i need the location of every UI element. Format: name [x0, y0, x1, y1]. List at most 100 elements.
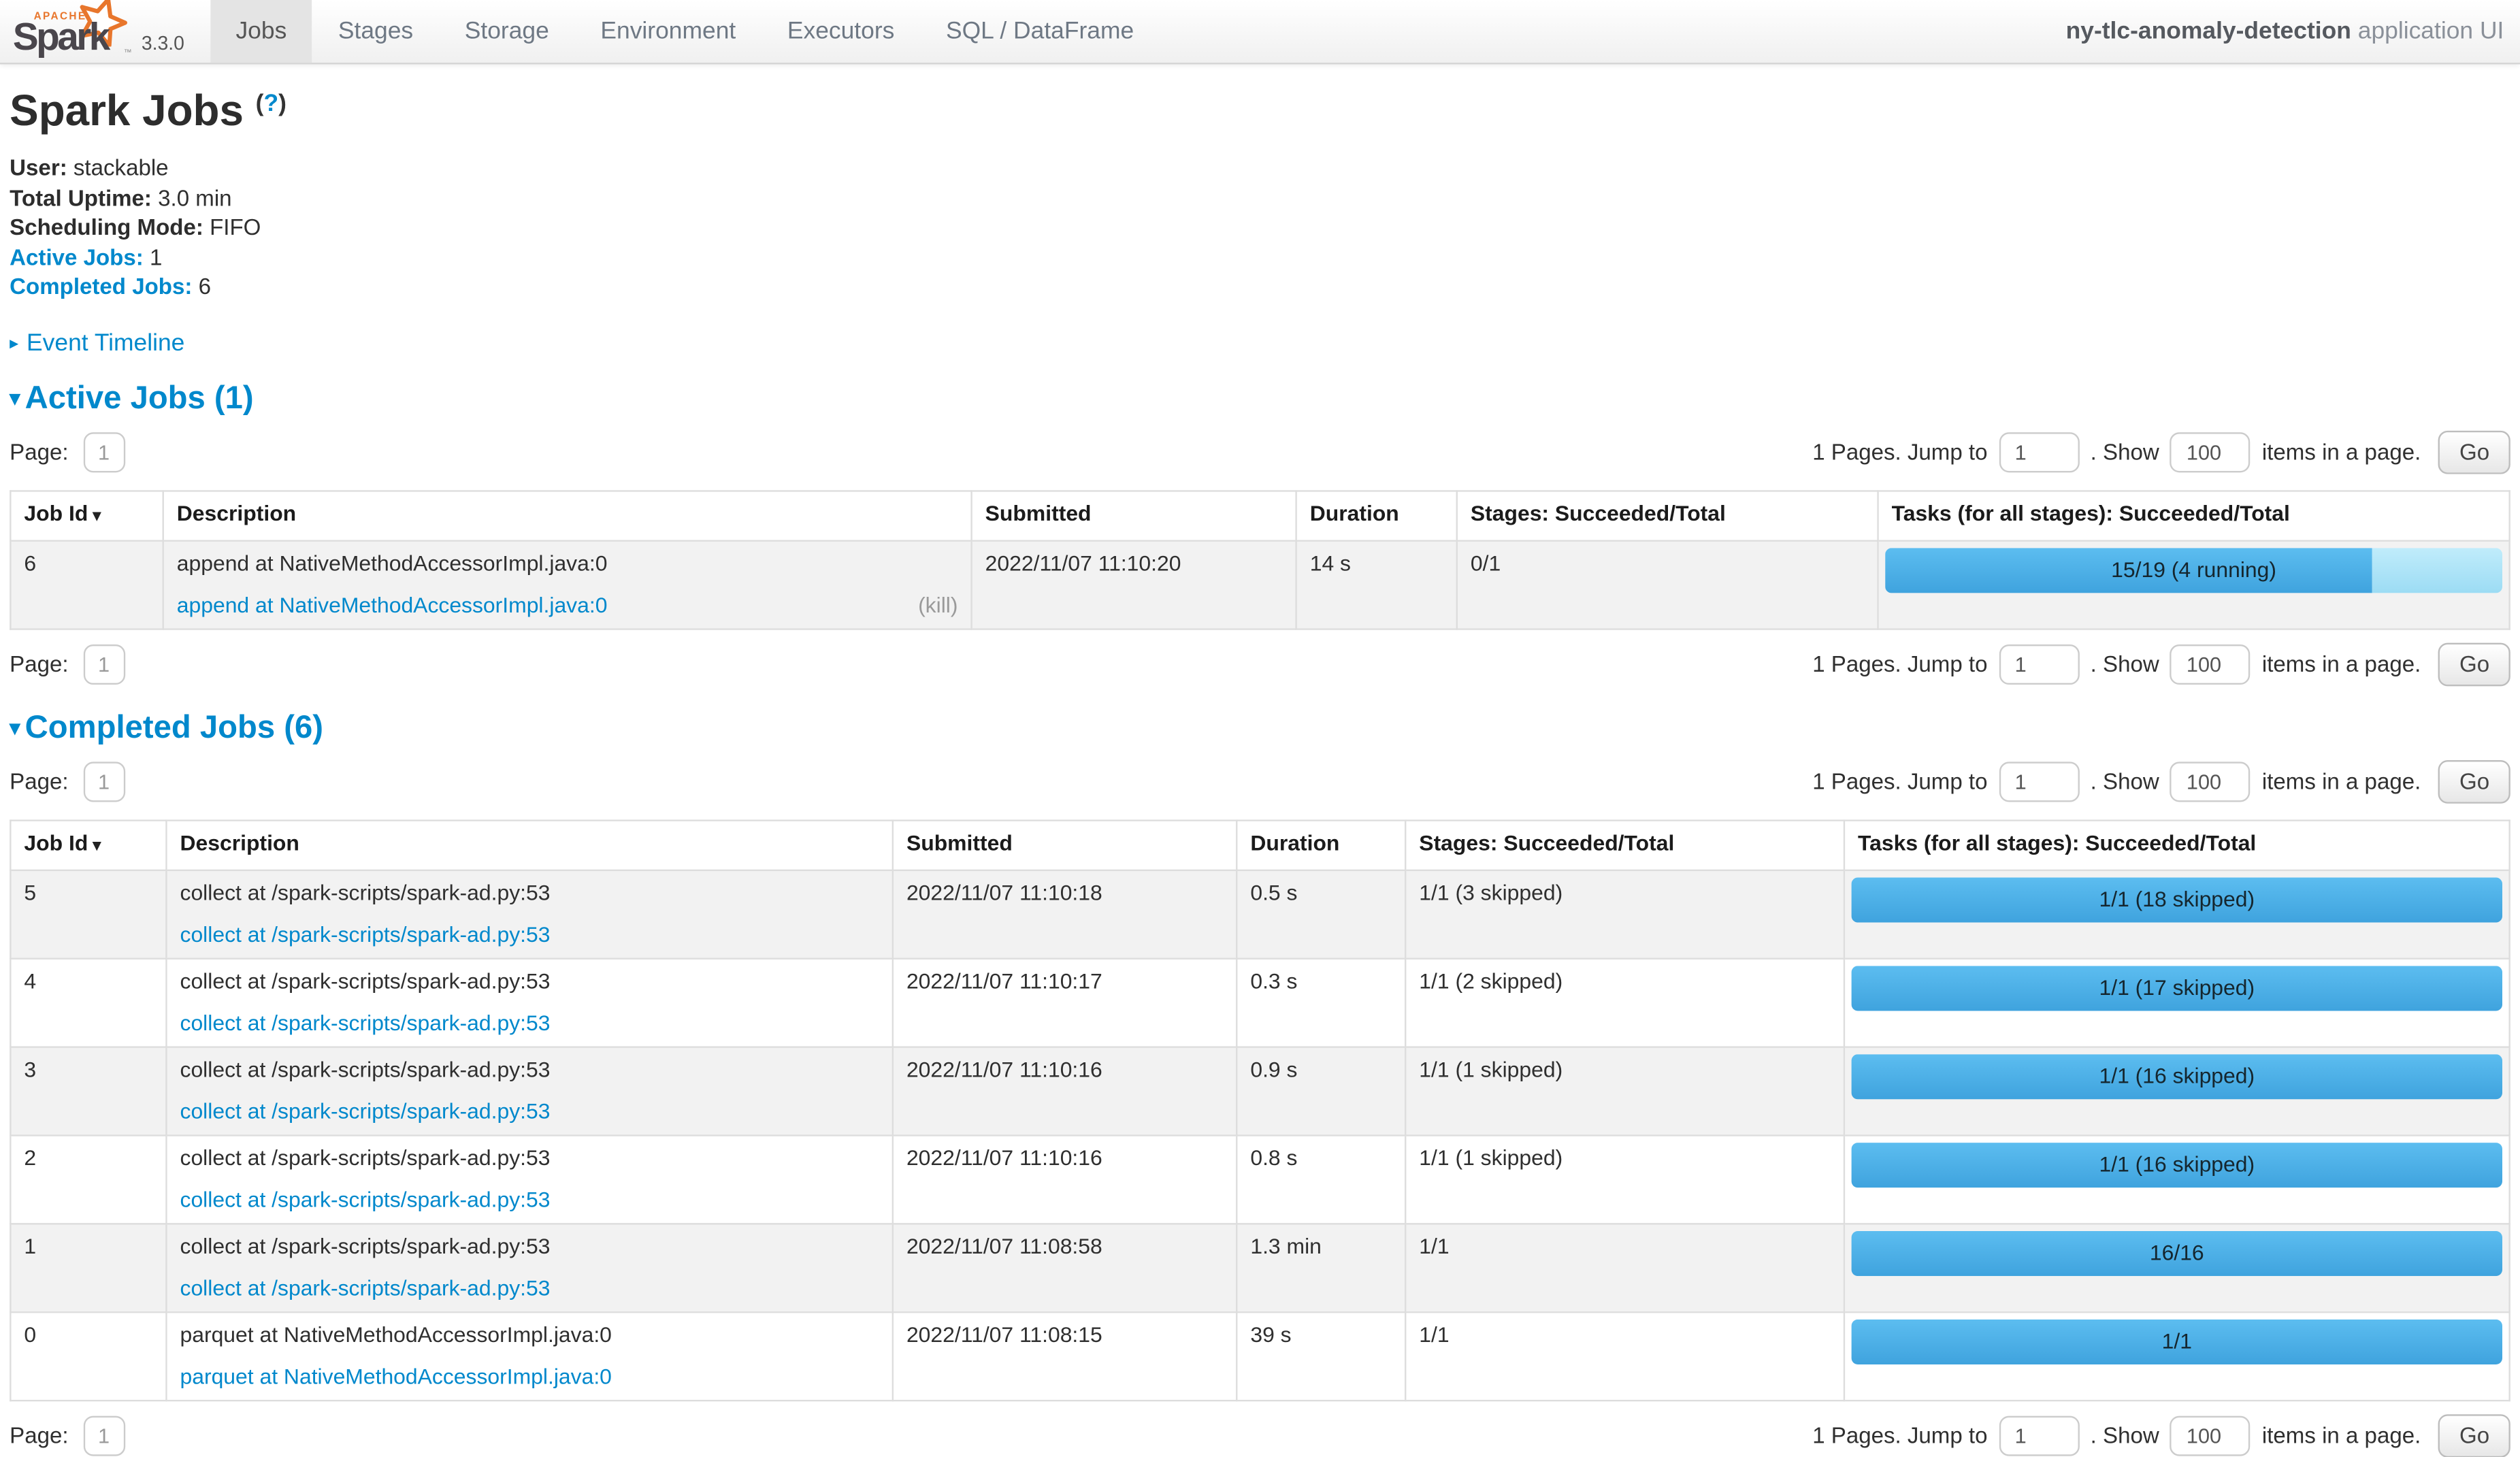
items-text: items in a page.: [2262, 651, 2421, 676]
items-per-page-input[interactable]: [2170, 644, 2251, 684]
duration-cell: 0.5 s: [1237, 870, 1405, 958]
page-title-text: Spark Jobs: [10, 87, 244, 135]
items-per-page-input[interactable]: [2170, 761, 2251, 801]
jump-to-page-input[interactable]: [1999, 1415, 2079, 1455]
summary-active-jobs: Active Jobs: 1: [10, 242, 2510, 272]
completed-job-row: 0 parquet at NativeMethodAccessorImpl.ja…: [10, 1311, 2509, 1400]
go-button[interactable]: Go: [2438, 430, 2510, 474]
tab-stages[interactable]: Stages: [312, 0, 439, 63]
tab-executors[interactable]: Executors: [762, 0, 920, 63]
completed-jobs-section-heading[interactable]: ▾Completed Jobs (6): [10, 710, 2510, 747]
spark-brand: APACHE Spark ™ 3.3.0: [10, 0, 194, 63]
header-description[interactable]: Description: [166, 819, 892, 869]
completed-jobs-section-title: Completed Jobs (6): [25, 710, 323, 745]
expand-arrow-icon: ▸: [10, 333, 18, 353]
active-jobs-table: Job Id▾ Description Submitted Duration S…: [10, 489, 2510, 629]
tab-storage[interactable]: Storage: [439, 0, 575, 63]
spark-version: 3.3.0: [142, 32, 184, 58]
kill-link[interactable]: (kill): [918, 591, 958, 620]
page-number-input[interactable]: [83, 1415, 125, 1455]
tasks-cell: 1/1 (17 skipped): [1844, 958, 2510, 1047]
tab-environment[interactable]: Environment: [575, 0, 762, 63]
header-description[interactable]: Description: [163, 490, 972, 540]
sort-desc-icon: ▾: [93, 507, 101, 525]
help-link[interactable]: (?): [256, 90, 287, 117]
pagination-row: Page: 1 Pages. Jump to . Show items in a…: [10, 1413, 2510, 1457]
job-description-link[interactable]: collect at /spark-scripts/spark-ad.py:53: [180, 1098, 551, 1122]
jump-to-page-input[interactable]: [1999, 644, 2079, 684]
header-job-id[interactable]: Job Id▾: [10, 490, 163, 540]
summary-user: User: stackable: [10, 152, 2510, 182]
header-duration[interactable]: Duration: [1237, 819, 1405, 869]
stages-cell: 1/1 (2 skipped): [1405, 958, 1844, 1047]
uptime-label: Total Uptime:: [10, 184, 152, 210]
items-per-page-input[interactable]: [2170, 431, 2251, 472]
job-summary-list: User: stackable Total Uptime: 3.0 min Sc…: [10, 152, 2510, 301]
completed-job-row: 1 collect at /spark-scripts/spark-ad.py:…: [10, 1223, 2509, 1311]
duration-cell: 1.3 min: [1237, 1223, 1405, 1311]
job-description-text: collect at /spark-scripts/spark-ad.py:53: [180, 1232, 879, 1261]
header-stages[interactable]: Stages: Succeeded/Total: [1405, 819, 1844, 869]
tasks-progress-bar: 16/16: [1852, 1230, 2502, 1275]
go-button[interactable]: Go: [2438, 759, 2510, 803]
jump-to-page-input[interactable]: [1999, 761, 2079, 801]
description-cell: collect at /spark-scripts/spark-ad.py:53…: [166, 1046, 892, 1134]
page-number-input[interactable]: [83, 644, 125, 684]
active-jobs-section-heading[interactable]: ▾Active Jobs (1): [10, 380, 2510, 417]
active-table-header-row: Job Id▾ Description Submitted Duration S…: [10, 490, 2509, 540]
items-text: items in a page.: [2262, 439, 2421, 465]
progress-label: 15/19 (4 running): [1885, 547, 2502, 592]
page-number-input[interactable]: [83, 431, 125, 472]
jump-to-page-input[interactable]: [1999, 431, 2079, 472]
event-timeline-toggle[interactable]: ▸Event Timeline: [10, 329, 2510, 356]
job-id-cell: 2: [10, 1134, 166, 1223]
job-description-text: append at NativeMethodAccessorImpl.java:…: [177, 549, 958, 578]
active-jobs-link[interactable]: Active Jobs:: [10, 244, 144, 269]
job-description-link[interactable]: collect at /spark-scripts/spark-ad.py:53: [180, 921, 551, 945]
job-description-link[interactable]: collect at /spark-scripts/spark-ad.py:53: [180, 1010, 551, 1034]
header-submitted[interactable]: Submitted: [972, 490, 1296, 540]
header-submitted[interactable]: Submitted: [893, 819, 1237, 869]
header-tasks[interactable]: Tasks (for all stages): Succeeded/Total: [1844, 819, 2510, 869]
job-description-link[interactable]: collect at /spark-scripts/spark-ad.py:53: [180, 1275, 551, 1299]
job-description-link[interactable]: append at NativeMethodAccessorImpl.java:…: [177, 592, 608, 616]
tasks-cell: 15/19 (4 running): [1878, 540, 2510, 629]
pagination-row: Page: 1 Pages. Jump to . Show items in a…: [10, 642, 2510, 685]
job-id-cell: 0: [10, 1311, 166, 1400]
job-description-text: collect at /spark-scripts/spark-ad.py:53: [180, 879, 879, 908]
tasks-progress-bar: 1/1 (17 skipped): [1852, 965, 2502, 1010]
page-label: Page:: [10, 651, 68, 676]
header-stages[interactable]: Stages: Succeeded/Total: [1457, 490, 1878, 540]
completed-job-row: 4 collect at /spark-scripts/spark-ad.py:…: [10, 958, 2509, 1047]
go-button[interactable]: Go: [2438, 642, 2510, 685]
page-title: Spark Jobs (?): [10, 87, 2510, 137]
job-description-link[interactable]: parquet at NativeMethodAccessorImpl.java…: [180, 1364, 612, 1388]
application-title-suffix: application UI: [2358, 18, 2504, 45]
page-label: Page:: [10, 1422, 68, 1448]
show-text: . Show: [2091, 439, 2159, 465]
page-number-input[interactable]: [83, 761, 125, 801]
completed-jobs-link[interactable]: Completed Jobs:: [10, 273, 192, 299]
tab-jobs[interactable]: Jobs: [210, 0, 312, 63]
job-description-text: parquet at NativeMethodAccessorImpl.java…: [180, 1320, 879, 1349]
page-label: Page:: [10, 439, 68, 465]
page-label: Page:: [10, 768, 68, 794]
application-title: ny-tlc-anomaly-detection application UI: [2066, 18, 2504, 45]
duration-cell: 14 s: [1296, 540, 1457, 629]
stages-cell: 0/1: [1457, 540, 1878, 629]
items-text: items in a page.: [2262, 1422, 2421, 1448]
scheduling-mode-value: FIFO: [210, 214, 261, 240]
completed-job-row: 3 collect at /spark-scripts/spark-ad.py:…: [10, 1046, 2509, 1134]
job-description-link[interactable]: collect at /spark-scripts/spark-ad.py:53: [180, 1187, 551, 1211]
header-duration[interactable]: Duration: [1296, 490, 1457, 540]
description-cell: append at NativeMethodAccessorImpl.java:…: [163, 540, 972, 629]
tab-sql-dataframe[interactable]: SQL / DataFrame: [920, 0, 1160, 63]
header-job-id[interactable]: Job Id▾: [10, 819, 166, 869]
active-jobs-count: 1: [150, 244, 162, 269]
header-tasks[interactable]: Tasks (for all stages): Succeeded/Total: [1878, 490, 2510, 540]
go-button[interactable]: Go: [2438, 1413, 2510, 1457]
tasks-progress-bar: 15/19 (4 running): [1885, 547, 2502, 592]
help-question-mark[interactable]: ?: [263, 90, 278, 117]
application-name: ny-tlc-anomaly-detection: [2066, 18, 2351, 45]
items-per-page-input[interactable]: [2170, 1415, 2251, 1455]
